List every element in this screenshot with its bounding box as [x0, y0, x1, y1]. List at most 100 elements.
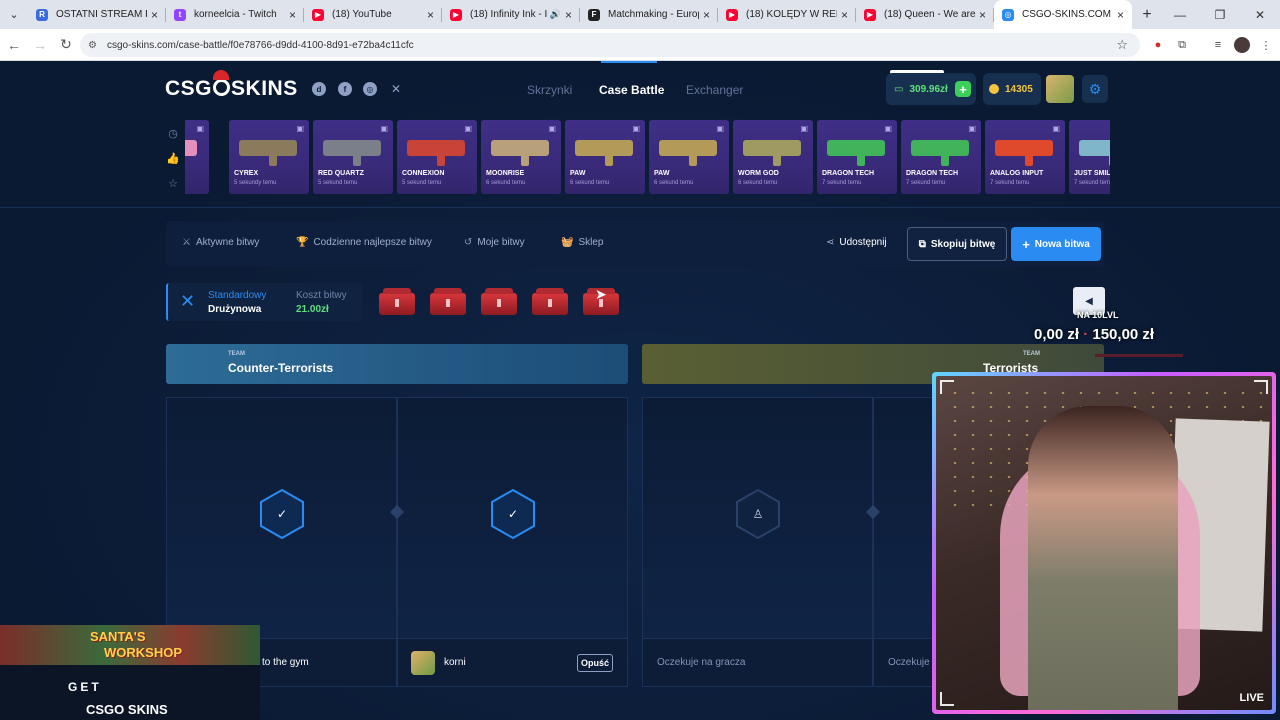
drop-card[interactable]: ▣ MOONRISE 6 sekund temu — [481, 120, 561, 194]
forward-icon[interactable]: → — [28, 37, 52, 53]
drop-card[interactable]: ▣ PAW 6 sekund temu — [649, 120, 729, 194]
active-battles-link[interactable]: ⚔ Aktywne bitwy — [182, 237, 259, 248]
drop-card[interactable]: ▣ CYREX 5 sekundy temu — [229, 120, 309, 194]
tab-title: (18) Infinity Ink - Infin — [470, 9, 548, 20]
browser-tab[interactable]: t korneelcia - Twitch × — [166, 0, 304, 29]
tab-close-icon[interactable]: × — [1117, 8, 1124, 22]
media-control-icon[interactable]: ≡ — [1210, 37, 1226, 53]
live-badge: LIVE — [1239, 692, 1264, 704]
extension-icon[interactable]: ● — [1150, 37, 1166, 53]
copy-battle-button[interactable]: ⧉ Skopiuj bitwę — [907, 227, 1007, 261]
tab-close-icon[interactable]: × — [427, 8, 434, 22]
frame-corner — [940, 692, 954, 706]
share-button[interactable]: ⋖ Udostępnij — [826, 237, 887, 248]
case-icon[interactable] — [481, 288, 517, 315]
coin-balance[interactable]: 14305 — [983, 73, 1041, 105]
weapon-image — [407, 140, 465, 166]
slot-footer: korni Opuść — [398, 638, 627, 686]
back-icon[interactable]: ← — [2, 37, 26, 53]
tab-close-icon[interactable]: × — [565, 8, 572, 22]
reload-icon[interactable]: ↻ — [54, 36, 78, 53]
waiting-text: Oczekuje na gracza — [657, 657, 746, 668]
star-icon[interactable]: ☆ — [166, 177, 180, 202]
drop-card[interactable]: ▣ ANALOG INPUT 7 sekund temu — [985, 120, 1065, 194]
battle-mode-box: ✕ Standardowy Drużynowa Koszt bitwy 21.0… — [166, 283, 362, 321]
weapon-image — [911, 140, 969, 166]
tab-search-chevron-icon[interactable]: ⌄ — [0, 0, 28, 29]
promo-brand: CSGO SKINS — [86, 702, 168, 717]
browser-tab[interactable]: R OSTATNI STREAM PRZED × — [28, 0, 166, 29]
active-battles-label: Aktywne bitwy — [195, 237, 260, 248]
maximize-icon[interactable]: ❐ — [1200, 0, 1240, 29]
browser-tab[interactable]: ◎ CSGO-SKINS.COM - Najle × — [994, 0, 1132, 29]
shop-link[interactable]: 🧺 Sklep — [561, 237, 603, 248]
drop-card[interactable]: ▣temu — [185, 120, 209, 194]
case-icon[interactable] — [532, 288, 568, 315]
daily-best-label: Codzienne najlepsze bitwy — [313, 237, 432, 248]
leave-button[interactable]: Opuść — [577, 654, 613, 672]
facebook-icon[interactable]: f — [338, 82, 352, 96]
drop-card[interactable]: ▣ CONNEXION 5 sekund temu — [397, 120, 477, 194]
drop-name: JUST SMIL — [1074, 170, 1110, 177]
tab-close-icon[interactable]: × — [841, 8, 848, 22]
case-icon[interactable] — [379, 288, 415, 315]
nav-cases[interactable]: Skrzynki — [527, 83, 572, 97]
browser-tab[interactable]: ▶ (18) KOLĘDY W REMIXAC × — [718, 0, 856, 29]
drop-card[interactable]: ▣JUST SMIL7 sekund temu — [1069, 120, 1110, 194]
nav-case-battle[interactable]: Case Battle — [599, 83, 664, 97]
drop-card[interactable]: ▣ PAW 6 sekund temu — [565, 120, 645, 194]
drop-card[interactable]: ▣ WORM GOD 6 sekund temu — [733, 120, 813, 194]
battle-mode: Standardowy — [208, 290, 267, 301]
browser-tab[interactable]: F Matchmaking - Europe 5 × — [580, 0, 718, 29]
browser-tab[interactable]: ▶ (18) Infinity Ink - Infin🔊 × — [442, 0, 580, 29]
waiting-hex-icon: ♙ — [735, 488, 781, 540]
drop-time: 7 sekund temu — [822, 180, 862, 186]
new-battle-label: Nowa bitwa — [1034, 238, 1090, 250]
site-logo[interactable]: CSG SKINS — [165, 70, 298, 101]
thumbs-up-icon[interactable]: 👍 — [166, 152, 180, 177]
weapon-image — [575, 140, 633, 166]
browser-tab[interactable]: ▶ (18) YouTube × — [304, 0, 442, 29]
tab-close-icon[interactable]: × — [979, 8, 986, 22]
drop-card[interactable]: ▣ RED QUARTZ 5 sekund temu — [313, 120, 393, 194]
deposit-plus-button[interactable]: + — [955, 81, 971, 97]
new-battle-button[interactable]: + Nowa bitwa — [1011, 227, 1101, 261]
case-icon[interactable] — [430, 288, 466, 315]
discord-icon[interactable]: d — [312, 82, 326, 96]
wallet-balance[interactable]: ▭ 309.96zł + — [886, 73, 976, 105]
site-info-icon[interactable]: ⚙ — [88, 40, 97, 51]
bookmark-star-icon[interactable]: ☆ — [1116, 37, 1128, 53]
promo-get: GET — [68, 680, 102, 694]
tab-title: (18) KOLĘDY W REMIXAC — [746, 9, 837, 20]
browser-tab[interactable]: ▶ (18) Queen - We are the c × — [856, 0, 994, 29]
nav-exchanger[interactable]: Exchanger — [686, 83, 743, 97]
browser-tab-strip: ⌄ R OSTATNI STREAM PRZED × t korneelcia - Tw… — [0, 0, 1280, 29]
x-icon[interactable]: ✕ — [389, 82, 403, 96]
speaker-icon[interactable]: 🔊 — [550, 9, 561, 20]
tab-close-icon[interactable]: × — [703, 8, 710, 22]
window-controls: — ❐ ✕ — [1160, 0, 1280, 29]
drop-card[interactable]: ▣ DRAGON TECH 7 sekund temu — [901, 120, 981, 194]
tab-close-icon[interactable]: × — [151, 8, 158, 22]
settings-gear-icon[interactable]: ⚙ — [1082, 75, 1108, 103]
tab-close-icon[interactable]: × — [289, 8, 296, 22]
live-drops-ticker: ▣temu ▣CYREX5 sekundy temu▣RED QUARTZ5 se… — [185, 120, 1110, 194]
address-bar[interactable]: ⚙ csgo-skins.com/case-battle/f0e78766-d9… — [80, 33, 1140, 57]
ready-hex-icon: ✓ — [259, 488, 305, 540]
prize-progress-bar — [1095, 354, 1183, 357]
clock-icon[interactable]: ◷ — [166, 127, 180, 152]
drop-time: 6 sekund temu — [738, 180, 778, 186]
my-battles-link[interactable]: ↺ Moje bitwy — [464, 237, 525, 248]
drop-card[interactable]: ▣ DRAGON TECH 7 sekund temu — [817, 120, 897, 194]
extensions-puzzle-icon[interactable]: ⧉ — [1174, 37, 1190, 53]
user-avatar[interactable] — [1046, 75, 1074, 103]
daily-best-link[interactable]: 🏆 Codzienne najlepsze bitwy — [296, 237, 432, 248]
close-window-icon[interactable]: ✕ — [1240, 0, 1280, 29]
new-tab-button[interactable]: + — [1132, 6, 1162, 24]
instagram-icon[interactable]: ◎ — [363, 82, 377, 96]
trophy-icon: 🏆 — [296, 237, 309, 248]
minimize-icon[interactable]: — — [1160, 0, 1200, 29]
browser-menu-icon[interactable]: ⋮ — [1258, 37, 1274, 53]
profile-avatar[interactable] — [1234, 37, 1250, 53]
case-icon: ▣ — [632, 124, 640, 133]
